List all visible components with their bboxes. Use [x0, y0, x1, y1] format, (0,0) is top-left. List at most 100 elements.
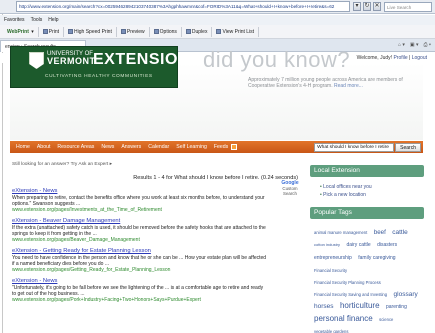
result-url[interactable]: www.extension.org/pages/Beaver_Damage_Ma…	[12, 237, 267, 243]
vermont-label: VERMONT	[47, 56, 96, 66]
result-url[interactable]: www.extension.org/pages/Pork+Industry+Fa…	[12, 297, 267, 303]
tag-link[interactable]: Financial Security Planning Process	[314, 280, 381, 285]
options-icon	[153, 29, 159, 34]
nav-feeds[interactable]: Feeds	[214, 144, 228, 150]
logo-tagline: CULTIVATING HEALTHY COMMUNITIES	[45, 74, 153, 79]
options-button[interactable]: Options	[150, 26, 182, 37]
profile-link[interactable]: Profile	[393, 55, 407, 61]
result-snippet: If the extra (unattached) safety catch i…	[12, 225, 266, 237]
result-title[interactable]: eXtension - News	[12, 188, 267, 195]
result-title[interactable]: eXtension - Getting Ready for Estate Pla…	[12, 248, 267, 255]
search-button[interactable]: Search	[395, 142, 421, 152]
result-title[interactable]: eXtension - News	[12, 278, 267, 285]
popular-tags-heading: Popular Tags	[310, 207, 424, 219]
logout-link[interactable]: Logout	[412, 55, 427, 61]
url-field[interactable]: http://www.extension.org/main/search?cx=…	[16, 1, 350, 12]
menu-help[interactable]: Help	[48, 17, 58, 23]
duplex-label: Duplex	[191, 28, 208, 35]
print-toolbar: WebPrint ▾ Print High Speed Print Previe…	[0, 25, 435, 39]
address-bar: http://www.extension.org/main/search?cx=…	[0, 0, 435, 14]
tag-link[interactable]: horses	[314, 303, 334, 310]
nav-resource-areas[interactable]: Resource Areas	[57, 144, 94, 150]
tag-link[interactable]: parenting	[386, 304, 407, 310]
read-more-link[interactable]: Read more...	[334, 83, 363, 89]
print-page-icon[interactable]: ⎙ ▾	[424, 42, 432, 48]
tag-link[interactable]: Financial Security	[314, 268, 347, 273]
tag-link[interactable]: vegetable gardens	[314, 329, 348, 333]
result-snippet: When preparing to retire, contact the be…	[12, 195, 265, 207]
fact-text: Approximately 7 million young people acr…	[248, 77, 403, 89]
print-list-icon	[216, 29, 222, 34]
result-snippet: You need to have confidence in the perso…	[12, 255, 267, 267]
tag-link[interactable]: glossary	[394, 291, 418, 298]
high-speed-print-button[interactable]: High Speed Print	[64, 26, 117, 37]
home-icon[interactable]: ⌂ ▾	[398, 42, 405, 48]
tag-link[interactable]: personal finance	[314, 314, 373, 323]
logo-university: UNIVERSITY OF VERMONT	[47, 51, 96, 67]
preview-icon	[120, 29, 126, 34]
nav-about[interactable]: About	[37, 144, 51, 150]
google-custom-search-badge: Google Custom Search	[280, 180, 300, 197]
live-search-input[interactable]: Live Search	[384, 1, 432, 12]
tag-link[interactable]: horticulture	[340, 301, 380, 310]
menu-tools[interactable]: Tools	[31, 17, 43, 23]
did-you-know-heading: did you know?	[203, 47, 351, 72]
tag-link[interactable]: science	[379, 317, 393, 322]
view-print-list-label: View Print List	[222, 28, 255, 35]
refresh-icon[interactable]: ↻	[363, 2, 371, 11]
logo-extension: EXTENSION	[93, 51, 190, 68]
feeds-icon[interactable]: ▣ ▾	[410, 42, 419, 48]
nav-news[interactable]: News	[101, 144, 114, 150]
sidebar: Local Extension Local offices near you P…	[310, 165, 424, 333]
options-label: Options	[159, 28, 177, 35]
nav-answers[interactable]: Answers	[121, 144, 141, 150]
preview-button[interactable]: Preview	[117, 26, 150, 37]
nav-home[interactable]: Home	[16, 144, 30, 150]
main-nav: Home About Resource Areas News Answers C…	[10, 141, 423, 153]
print-button[interactable]: Print	[39, 26, 65, 37]
dropdown-icon[interactable]: ▾	[353, 2, 361, 11]
command-bar: ⌂ ▾ ▣ ▾ ⎙ ▾	[398, 42, 435, 48]
result-item: eXtension - News When preparing to retir…	[12, 188, 267, 213]
tag-cloud: animal manure management beef cattle cot…	[310, 225, 424, 333]
site-search: What should I know before I retire Searc…	[314, 142, 421, 152]
uvm-seal-icon	[29, 52, 44, 69]
tag-link[interactable]: disasters	[377, 242, 397, 248]
nav-self-learning[interactable]: Self Learning	[176, 144, 207, 150]
high-speed-print-icon	[68, 29, 74, 34]
result-snippet: "Unfortunately, it's going to be fall be…	[12, 285, 264, 297]
result-url[interactable]: www.extension.org/pages/Investments_at_t…	[12, 207, 267, 213]
preview-label: Preview	[126, 28, 145, 35]
custom-search-label: Custom Search	[282, 186, 298, 196]
nav-calendar[interactable]: Calendar	[148, 144, 169, 150]
welcome-text: Welcome, Judy!	[356, 55, 393, 61]
view-print-list-button[interactable]: View Print List	[212, 26, 260, 37]
tag-link[interactable]: cotton industry	[314, 242, 340, 247]
tag-link[interactable]: family caregiving	[358, 255, 395, 261]
local-offices-link[interactable]: Local offices near you	[320, 183, 424, 191]
menu-favorites[interactable]: Favorites	[4, 17, 25, 23]
webprint-button[interactable]: WebPrint ▾	[3, 26, 39, 37]
tag-link[interactable]: beef	[374, 229, 386, 236]
local-extension-list: Local offices near you Pick a new locati…	[320, 183, 424, 199]
tag-link[interactable]: animal manure management	[314, 230, 367, 235]
result-item: eXtension - Beaver Damage Management If …	[12, 218, 267, 243]
tag-link[interactable]: cattle	[392, 229, 408, 236]
site-search-input[interactable]: What should I know before I retire	[314, 142, 395, 152]
pick-location-link[interactable]: Pick a new location	[320, 191, 424, 199]
result-title[interactable]: eXtension - Beaver Damage Management	[12, 218, 267, 225]
result-list: eXtension - News When preparing to retir…	[12, 188, 302, 303]
rss-icon[interactable]	[231, 144, 238, 150]
result-url[interactable]: www.extension.org/pages/Getting_Ready_fo…	[12, 267, 267, 273]
local-extension-heading: Local Extension	[310, 165, 424, 177]
stop-icon[interactable]: ✕	[373, 2, 381, 11]
ask-expert-hint[interactable]: Still looking for an answer? Try Ask an …	[12, 162, 302, 167]
duplex-button[interactable]: Duplex	[182, 26, 213, 37]
tag-link[interactable]: Financial Security Saving and Investing	[314, 292, 387, 297]
uvm-extension-logo[interactable]: UNIVERSITY OF VERMONT EXTENSION CULTIVATI…	[10, 46, 189, 88]
tag-link[interactable]: entrepreneurship	[314, 255, 352, 261]
duplex-icon	[185, 29, 191, 34]
tag-link[interactable]: dairy cattle	[346, 242, 370, 248]
results-header: Results 1 - 4 for What should I know bef…	[133, 175, 298, 181]
result-item: eXtension - Getting Ready for Estate Pla…	[12, 248, 267, 273]
